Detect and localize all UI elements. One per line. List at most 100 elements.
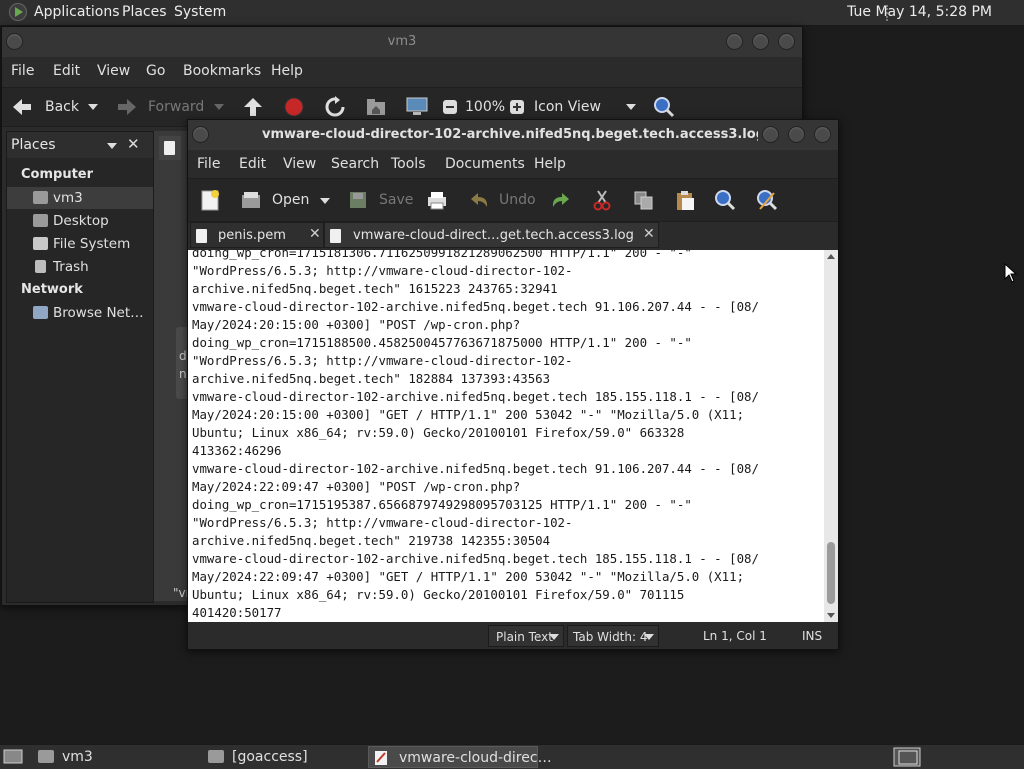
menu-view[interactable]: View [97, 63, 130, 79]
up-arrow-icon[interactable] [242, 96, 264, 118]
sidebar-places-select[interactable]: Places [11, 137, 56, 153]
cut-icon[interactable] [592, 189, 612, 211]
menu-file[interactable]: File [11, 63, 34, 79]
reload-icon[interactable] [324, 96, 346, 118]
close-button[interactable] [814, 126, 831, 143]
forward-arrow-icon[interactable] [116, 97, 138, 117]
undo-icon[interactable] [468, 190, 490, 210]
vertical-scrollbar[interactable] [824, 250, 838, 622]
sidebar-close-icon[interactable]: ✕ [127, 135, 140, 153]
applications-menu[interactable]: Applications [34, 4, 120, 20]
view-mode-select[interactable]: Icon View [534, 99, 601, 115]
file-manager-tab[interactable] [159, 136, 181, 160]
content-fragment: n [179, 367, 187, 381]
find-replace-icon[interactable] [756, 189, 778, 211]
tab-access3-log[interactable]: vmware-cloud-direct…get.tech.access3.log… [324, 222, 659, 248]
menu-search[interactable]: Search [331, 156, 379, 172]
menu-tools[interactable]: Tools [391, 156, 426, 172]
tab-width-select[interactable]: Tab Width: 4 [567, 625, 659, 647]
back-arrow-icon[interactable] [11, 97, 33, 117]
task-label: vm3 [62, 749, 93, 765]
zoom-in-icon[interactable] [509, 99, 525, 115]
file-manager-menubar: File Edit View Go Bookmarks Help [2, 57, 802, 85]
scrollbar-thumb[interactable] [827, 542, 835, 604]
bottom-panel: vm3 [goaccess] vmware-cloud-direc… [0, 744, 1024, 769]
document-icon [330, 229, 341, 243]
sidebar-header: Places ✕ [7, 132, 153, 158]
taskbar-item-pluma[interactable]: vmware-cloud-direc… [368, 746, 552, 768]
close-button[interactable] [778, 33, 795, 50]
find-icon[interactable] [714, 189, 736, 211]
mate-logo-icon[interactable] [9, 3, 27, 21]
menu-help[interactable]: Help [534, 156, 566, 172]
copy-icon[interactable] [633, 190, 655, 210]
home-folder-icon [33, 191, 48, 204]
taskbar-item-goaccess[interactable]: [goaccess] [202, 746, 362, 768]
tab-label: vmware-cloud-direct…get.tech.access3.log [353, 228, 634, 243]
language-select[interactable]: Plain Text [488, 625, 564, 647]
window-menu-button[interactable] [192, 126, 209, 143]
folder-icon [208, 750, 224, 763]
search-icon[interactable] [653, 96, 675, 118]
sidebar-section-computer: Computer [21, 167, 94, 182]
save-button[interactable]: Save [379, 192, 413, 208]
redo-icon[interactable] [550, 190, 572, 210]
back-button[interactable]: Back [45, 99, 79, 115]
tab-label: penis.pem [218, 228, 286, 243]
computer-icon[interactable] [405, 96, 429, 118]
sidebar-item-vm3[interactable]: vm3 [7, 187, 153, 209]
zoom-out-icon[interactable] [442, 99, 458, 115]
document-icon [196, 229, 207, 243]
menu-help[interactable]: Help [271, 63, 303, 79]
scroll-up-arrow[interactable] [827, 254, 835, 259]
show-desktop-icon[interactable] [3, 748, 23, 766]
menu-view[interactable]: View [283, 156, 316, 172]
workspace-switcher-icon[interactable] [893, 747, 921, 767]
tab-penis-pem[interactable]: penis.pem ✕ [190, 222, 324, 248]
sidebar-select-caret[interactable] [107, 143, 117, 149]
minimize-button[interactable] [726, 33, 743, 50]
home-folder-icon [38, 750, 54, 763]
undo-button[interactable]: Undo [499, 192, 536, 208]
menu-bookmarks[interactable]: Bookmarks [183, 63, 261, 79]
system-menu[interactable]: System [174, 4, 226, 20]
open-recent-caret[interactable] [320, 198, 330, 204]
forward-button[interactable]: Forward [148, 99, 204, 115]
clock[interactable]: Tue May 14, 5:28 PM [847, 4, 992, 20]
file-manager-titlebar[interactable]: vm3 [2, 27, 802, 57]
menu-edit[interactable]: Edit [53, 63, 80, 79]
tab-close-icon[interactable]: ✕ [309, 226, 321, 242]
menu-go[interactable]: Go [146, 63, 165, 79]
sidebar-item-file-system[interactable]: File System [7, 233, 153, 255]
back-history-caret[interactable] [88, 104, 98, 110]
scroll-down-arrow[interactable] [827, 613, 835, 618]
places-menu[interactable]: Places [122, 4, 167, 20]
taskbar-item-vm3[interactable]: vm3 [32, 746, 192, 768]
home-folder-icon[interactable] [365, 97, 387, 117]
drive-icon [33, 237, 48, 250]
menu-edit[interactable]: Edit [239, 156, 266, 172]
new-document-icon[interactable] [199, 189, 221, 211]
stop-icon[interactable] [283, 96, 305, 118]
text-editor[interactable]: doing_wp_cron=1715181306.711625099182128… [188, 250, 824, 622]
forward-history-caret[interactable] [214, 104, 224, 110]
tab-close-icon[interactable]: ✕ [643, 226, 655, 242]
menu-documents[interactable]: Documents [445, 156, 525, 172]
zoom-level[interactable]: 100% [465, 99, 505, 115]
sidebar-item-browse-network[interactable]: Browse Net… [7, 302, 153, 324]
maximize-button[interactable] [788, 126, 805, 143]
sidebar-item-label: Desktop [53, 213, 109, 229]
open-button[interactable]: Open [272, 192, 309, 208]
save-icon[interactable] [348, 190, 368, 210]
maximize-button[interactable] [752, 33, 769, 50]
sidebar-item-desktop[interactable]: Desktop [7, 210, 153, 232]
sidebar-item-trash[interactable]: Trash [7, 256, 153, 278]
open-file-icon[interactable] [240, 190, 262, 210]
view-mode-caret[interactable] [626, 104, 636, 110]
minimize-button[interactable] [762, 126, 779, 143]
paste-icon[interactable] [674, 189, 696, 211]
print-icon[interactable] [426, 190, 448, 210]
sidebar-item-label: Trash [53, 259, 89, 275]
menu-file[interactable]: File [197, 156, 220, 172]
pluma-titlebar[interactable]: vmware-cloud-director-102-archive.nifed5… [188, 120, 838, 150]
